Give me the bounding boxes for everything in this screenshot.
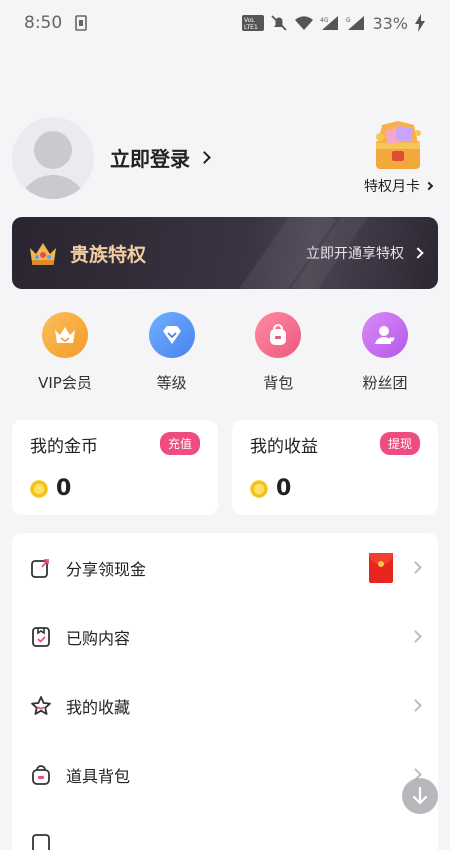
- wifi-icon: [295, 16, 314, 30]
- menu-next-partial[interactable]: [12, 809, 438, 850]
- month-card-button[interactable]: 特权月卡: [358, 119, 438, 196]
- my-earnings-value: 0: [276, 476, 292, 501]
- avatar[interactable]: [12, 116, 94, 199]
- banner-cta[interactable]: 立即开通享特权: [306, 243, 424, 263]
- quick-vip-label: VIP会员: [38, 374, 92, 392]
- quick-fan-group-label: 粉丝团: [362, 374, 408, 392]
- document-icon: [32, 833, 50, 850]
- noble-privilege-banner[interactable]: 贵族特权 立即开通享特权: [12, 217, 438, 289]
- menu-purchased-label: 已购内容: [66, 628, 131, 648]
- menu-item-bag[interactable]: 道具背包: [12, 740, 438, 809]
- fan-group-icon: [361, 312, 408, 358]
- chevron-right-icon: [409, 630, 422, 643]
- menu-purchased[interactable]: 已购内容: [12, 602, 438, 671]
- month-card-label: 特权月卡: [364, 179, 420, 195]
- my-earnings-title: 我的收益: [250, 437, 318, 457]
- backpack-icon: [255, 312, 302, 358]
- purchased-icon: [32, 626, 50, 647]
- chevron-right-icon: [412, 247, 424, 259]
- my-earnings-card[interactable]: 我的收益 提现 0: [232, 420, 438, 515]
- mute-icon: [271, 15, 288, 31]
- volte-icon: VoL LTE1: [242, 15, 265, 31]
- login-link[interactable]: 立即登录: [110, 143, 211, 172]
- menu-share-cash-label: 分享领现金: [66, 559, 147, 579]
- menu-favorites[interactable]: 我的收藏: [12, 671, 438, 740]
- recharge-button[interactable]: 充值: [159, 432, 200, 455]
- chevron-right-icon: [198, 151, 211, 164]
- crown-icon: [30, 243, 56, 265]
- svg-text:G: G: [346, 17, 351, 24]
- status-bar: 8:50 VoL LTE1 4G G 33%: [0, 0, 450, 46]
- menu-share-cash[interactable]: 分享领现金: [12, 533, 438, 602]
- menu-favorites-label: 我的收藏: [66, 697, 131, 717]
- quick-actions: VIP会员 等级 背包 粉丝团: [12, 312, 438, 402]
- red-packet-icon: [369, 552, 393, 583]
- menu-list: 分享领现金 已购内容 我的收藏 道具背包: [12, 533, 438, 850]
- sim-icon: [75, 15, 87, 31]
- share-icon: [31, 558, 49, 578]
- chevron-right-icon: [409, 699, 422, 712]
- banner-title: 贵族特权: [70, 243, 147, 266]
- item-bag-icon: [32, 764, 50, 785]
- chevron-right-icon: [424, 181, 434, 191]
- quick-backpack[interactable]: 背包: [225, 312, 331, 402]
- quick-fan-group[interactable]: 粉丝团: [332, 312, 438, 402]
- my-coins-card[interactable]: 我的金币 充值 0: [12, 420, 218, 515]
- coin-icon: [30, 479, 48, 498]
- crown-icon: [42, 312, 88, 358]
- login-label: 立即登录: [110, 147, 190, 171]
- arrow-down-icon: [412, 786, 428, 805]
- my-coins-title: 我的金币: [30, 437, 98, 457]
- signal-g-icon: G: [346, 16, 365, 30]
- my-coins-value: 0: [56, 476, 72, 501]
- quick-backpack-label: 背包: [263, 374, 294, 392]
- scroll-down-button[interactable]: [402, 778, 438, 814]
- quick-level-label: 等级: [156, 374, 187, 392]
- coin-icon: [250, 479, 268, 498]
- profile-header: 立即登录 特权月卡: [12, 115, 438, 200]
- treasure-chest-icon: [376, 121, 421, 169]
- menu-item-bag-label: 道具背包: [66, 766, 131, 786]
- banner-cta-label: 立即开通享特权: [306, 246, 404, 262]
- battery-percent: 33%: [372, 13, 408, 33]
- svg-text:VoL: VoL: [244, 17, 255, 24]
- charging-icon: [415, 14, 425, 32]
- star-icon: [31, 695, 51, 715]
- quick-vip[interactable]: VIP会员: [12, 312, 118, 402]
- chevron-right-icon: [409, 561, 422, 574]
- svg-text:LTE1: LTE1: [244, 24, 258, 31]
- diamond-icon: [148, 312, 195, 358]
- svg-text:4G: 4G: [320, 17, 329, 24]
- status-time: 8:50: [24, 13, 63, 33]
- quick-level[interactable]: 等级: [119, 312, 225, 402]
- signal-4g-icon: 4G: [320, 16, 339, 30]
- withdraw-button[interactable]: 提现: [379, 432, 420, 455]
